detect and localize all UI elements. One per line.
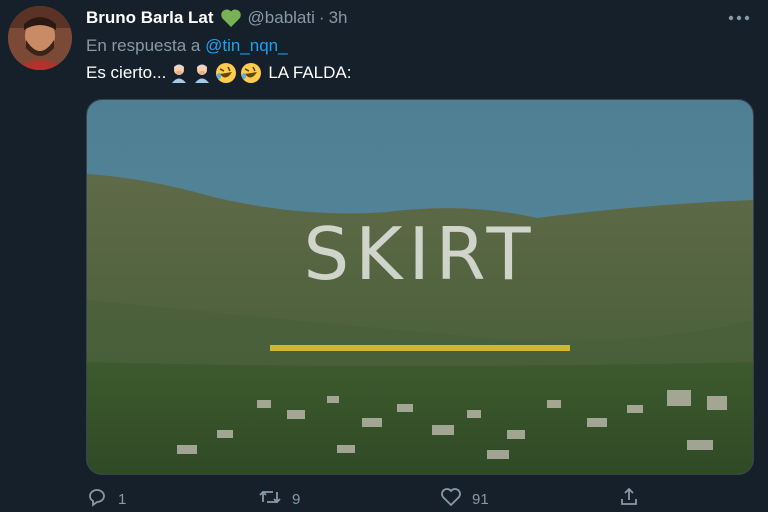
reply-button[interactable]: 1 (86, 486, 126, 512)
media-overlay-text: SKIRT (303, 212, 537, 296)
tweet-media[interactable]: SKIRT (86, 99, 754, 475)
share-icon (618, 486, 640, 512)
reply-prefix: En respuesta a (86, 36, 201, 55)
more-options-icon[interactable] (724, 8, 754, 28)
author-name[interactable]: Bruno Barla Lat (86, 8, 214, 28)
person-facepalming-icon (192, 63, 212, 83)
like-button[interactable]: 91 (440, 486, 489, 512)
separator: · (318, 8, 325, 27)
reply-mention-link[interactable]: @tin_nqn_ (205, 36, 288, 55)
retweet-button[interactable]: 9 (258, 486, 300, 512)
tweet-text: Es cierto... LA FALDA: (86, 62, 351, 84)
tweet-header: Bruno Barla Lat @bablati · 3h (86, 6, 748, 30)
reply-icon (86, 486, 108, 512)
person-facepalming-icon (169, 63, 189, 83)
rolling-laughing-icon (215, 62, 237, 84)
reply-context: En respuesta a @tin_nqn_ (86, 36, 288, 56)
tweet-text-start: Es cierto... (86, 63, 167, 82)
like-count: 91 (472, 490, 489, 508)
retweet-icon (258, 486, 282, 512)
green-heart-icon (220, 8, 242, 28)
author-handle[interactable]: @bablati (248, 8, 315, 28)
heart-icon (440, 486, 462, 512)
rolling-laughing-icon (240, 62, 262, 84)
media-accent-bar (270, 345, 570, 351)
tweet-actions: 1 9 91 (86, 486, 746, 510)
reply-count: 1 (118, 490, 127, 508)
avatar[interactable] (8, 6, 72, 70)
timestamp[interactable]: 3h (329, 8, 348, 28)
retweet-count: 9 (292, 490, 301, 508)
tweet-text-end: LA FALDA: (268, 63, 352, 82)
share-button[interactable] (618, 486, 640, 512)
